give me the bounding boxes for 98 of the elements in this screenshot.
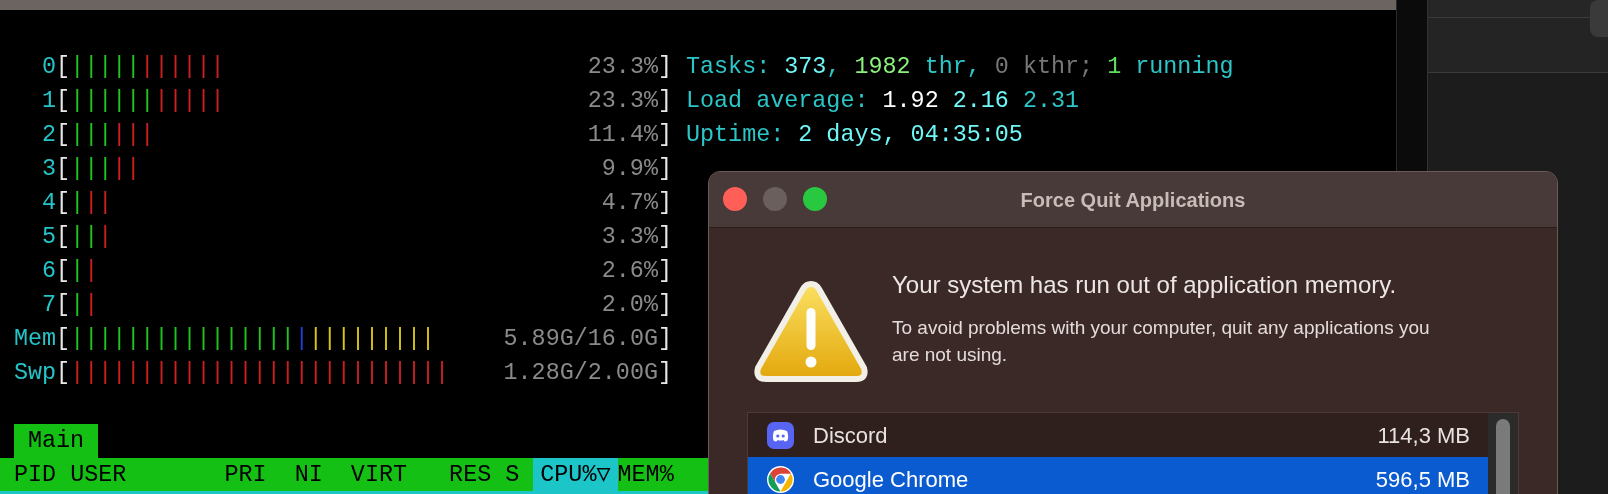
bracket: [ [56, 87, 71, 116]
bracket: ] [657, 291, 672, 320]
bracket: ] [657, 53, 672, 82]
info-text: 1 [1107, 53, 1122, 82]
meter-value: 2.0% [601, 291, 658, 320]
meter-label: 3 [41, 155, 57, 184]
column-header[interactable]: S [505, 458, 534, 491]
app-name: Google Chrome [813, 465, 970, 494]
meter-ticks-text: | [70, 257, 85, 286]
meter-label: Swp [14, 359, 57, 388]
info-text: Load average: [686, 87, 870, 116]
zoom-button[interactable] [803, 187, 827, 211]
app-row[interactable]: Google Chrome 596,5 MB [748, 457, 1488, 494]
meter-value: 9.9% [601, 155, 658, 184]
meter-value: 5.89G/16.0G [503, 325, 658, 354]
meter-value: 23.3% [587, 87, 658, 116]
bracket: ] [657, 325, 672, 354]
meter-ticks-text: | [84, 257, 99, 286]
meter-ticks-text: | [294, 325, 309, 354]
meter-ticks-text: ||| [112, 121, 155, 150]
info-text: thr, [923, 53, 982, 82]
meter-label: 4 [41, 189, 57, 218]
meter-label: 6 [41, 257, 57, 286]
meter-ticks-text: ||||||||||||||||||||||||||| [70, 359, 450, 388]
meter-ticks-text: || [84, 189, 113, 218]
info-text: 2 days, 04:35:05 [798, 121, 1023, 150]
meter-label: 5 [41, 223, 57, 252]
bracket: ] [657, 359, 672, 388]
alert-heading: Your system has run out of application memory. [892, 271, 1398, 299]
bracket: ] [657, 155, 672, 184]
column-header[interactable]: NI [294, 458, 351, 491]
meter-ticks-text: ||||| [70, 53, 141, 82]
tab[interactable]: Main [14, 424, 99, 458]
warning-icon [753, 280, 869, 383]
bracket: [ [56, 223, 71, 252]
meter-label: Mem [14, 325, 57, 354]
alert-message: To avoid problems with your computer, quit any applications you are not using. [892, 316, 1431, 367]
meter-ticks-text: ||| [70, 155, 113, 184]
window-title: Force Quit Applications [1020, 187, 1246, 213]
app-icon [767, 465, 794, 493]
meter-ticks-text: | [70, 189, 85, 218]
bracket: [ [56, 325, 71, 354]
meter-label: 2 [41, 121, 57, 150]
bracket: ] [657, 257, 672, 286]
meter-value: 1.28G/2.00G [503, 359, 658, 388]
meter-ticks-text: |||||| [70, 87, 155, 116]
app-icon [767, 421, 794, 449]
meter-ticks-text: ||||| [154, 87, 225, 116]
bracket: ] [657, 189, 672, 218]
meter-value: 23.3% [587, 53, 658, 82]
info-text: 1.92 [882, 87, 940, 116]
meter-ticks-text: |||||| [140, 53, 225, 82]
meter-ticks-text: | [84, 291, 99, 320]
meter-value: 11.4% [587, 121, 658, 150]
column-header[interactable]: VIRT [350, 458, 450, 491]
close-button[interactable] [723, 187, 747, 211]
info-text: 2.16 [952, 87, 1010, 116]
bracket: ] [657, 87, 672, 116]
app-name: Discord [813, 421, 889, 450]
info-text: 2.31 [1022, 87, 1080, 116]
column-header[interactable]: USER [70, 458, 225, 491]
meter-ticks-text: ||||||||| [308, 325, 436, 354]
meter-label: 1 [41, 87, 57, 116]
column-header[interactable]: PID [14, 458, 71, 491]
meter-ticks-text: | [98, 223, 113, 252]
bracket: [ [56, 155, 71, 184]
app-memory: 114,3 MB [1377, 421, 1470, 450]
info-text: running [1134, 53, 1234, 82]
meter-label: 7 [41, 291, 57, 320]
column-header[interactable]: PRI [224, 458, 295, 491]
bracket: [ [56, 291, 71, 320]
column-header[interactable]: RES [449, 458, 506, 491]
info-text: , [826, 53, 842, 82]
info-text: 1982 [854, 53, 911, 82]
meter-value: 2.6% [601, 257, 658, 286]
bracket: ] [657, 223, 672, 252]
meter-value: 3.3% [601, 223, 658, 252]
info-text: 373 [784, 53, 827, 82]
info-text: 0 [994, 53, 1009, 82]
meter-ticks-text: || [112, 155, 141, 184]
meter-ticks-text: |||||||||||||||| [70, 325, 295, 354]
meter-label: 0 [41, 53, 57, 82]
meter-ticks-text: || [70, 223, 99, 252]
bracket: [ [56, 189, 71, 218]
meter-value: 4.7% [601, 189, 658, 218]
bracket: [ [56, 257, 71, 286]
info-text: kthr; [1021, 53, 1095, 82]
bracket: [ [56, 121, 71, 150]
column-header[interactable]: CPU%▽ [533, 458, 618, 491]
column-header[interactable]: MEM% [617, 458, 674, 491]
bracket: [ [56, 53, 71, 82]
app-memory: 596,5 MB [1375, 465, 1470, 494]
meter-ticks-text: | [70, 291, 85, 320]
info-text: Tasks: [686, 53, 772, 82]
info-text: Uptime: [686, 121, 786, 150]
bracket: ] [657, 121, 672, 150]
meter-ticks-text: ||| [70, 121, 113, 150]
bracket: [ [56, 359, 71, 388]
